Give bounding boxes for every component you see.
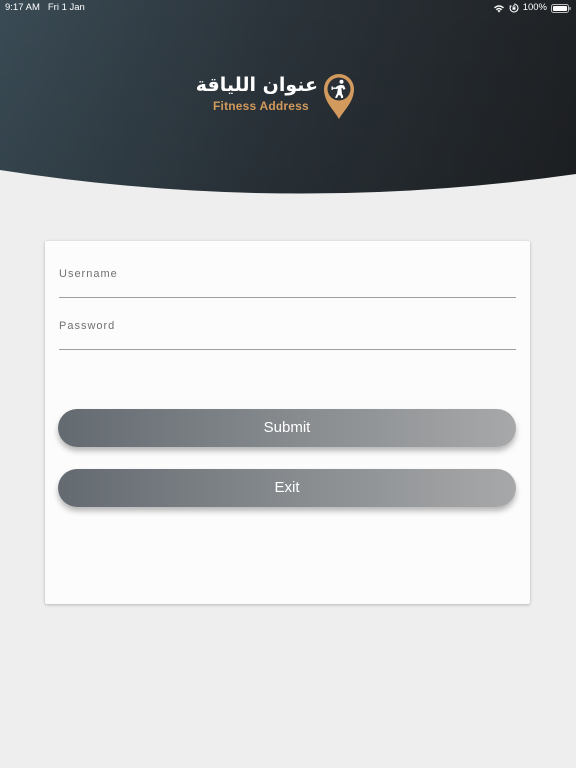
orientation-lock-icon [508, 3, 519, 13]
brand-arabic-name: عنوان اللياقة [195, 74, 318, 96]
status-time: 9:17 AM [5, 2, 40, 13]
wifi-icon [493, 4, 504, 12]
login-screen: 9:17 AM Fri 1 Jan 100% عنوان اللياقة Fit… [0, 0, 576, 768]
battery-icon [551, 3, 571, 13]
username-field-container [59, 263, 516, 298]
login-card: Submit Exit [45, 241, 530, 604]
password-field-container [59, 315, 516, 350]
username-input[interactable] [59, 263, 516, 297]
password-input[interactable] [59, 315, 516, 349]
location-pin-icon [324, 74, 354, 119]
status-bar: 9:17 AM Fri 1 Jan 100% [0, 0, 576, 16]
brand-logo: عنوان اللياقة Fitness Address [195, 72, 360, 122]
submit-button[interactable]: Submit [58, 409, 516, 447]
battery-percentage: 100% [522, 2, 547, 13]
exit-button[interactable]: Exit [58, 469, 516, 507]
status-date: Fri 1 Jan [47, 2, 85, 13]
header-banner: 9:17 AM Fri 1 Jan 100% عنوان اللياقة Fit… [0, 0, 576, 195]
brand-english-name: Fitness Address [213, 99, 309, 113]
